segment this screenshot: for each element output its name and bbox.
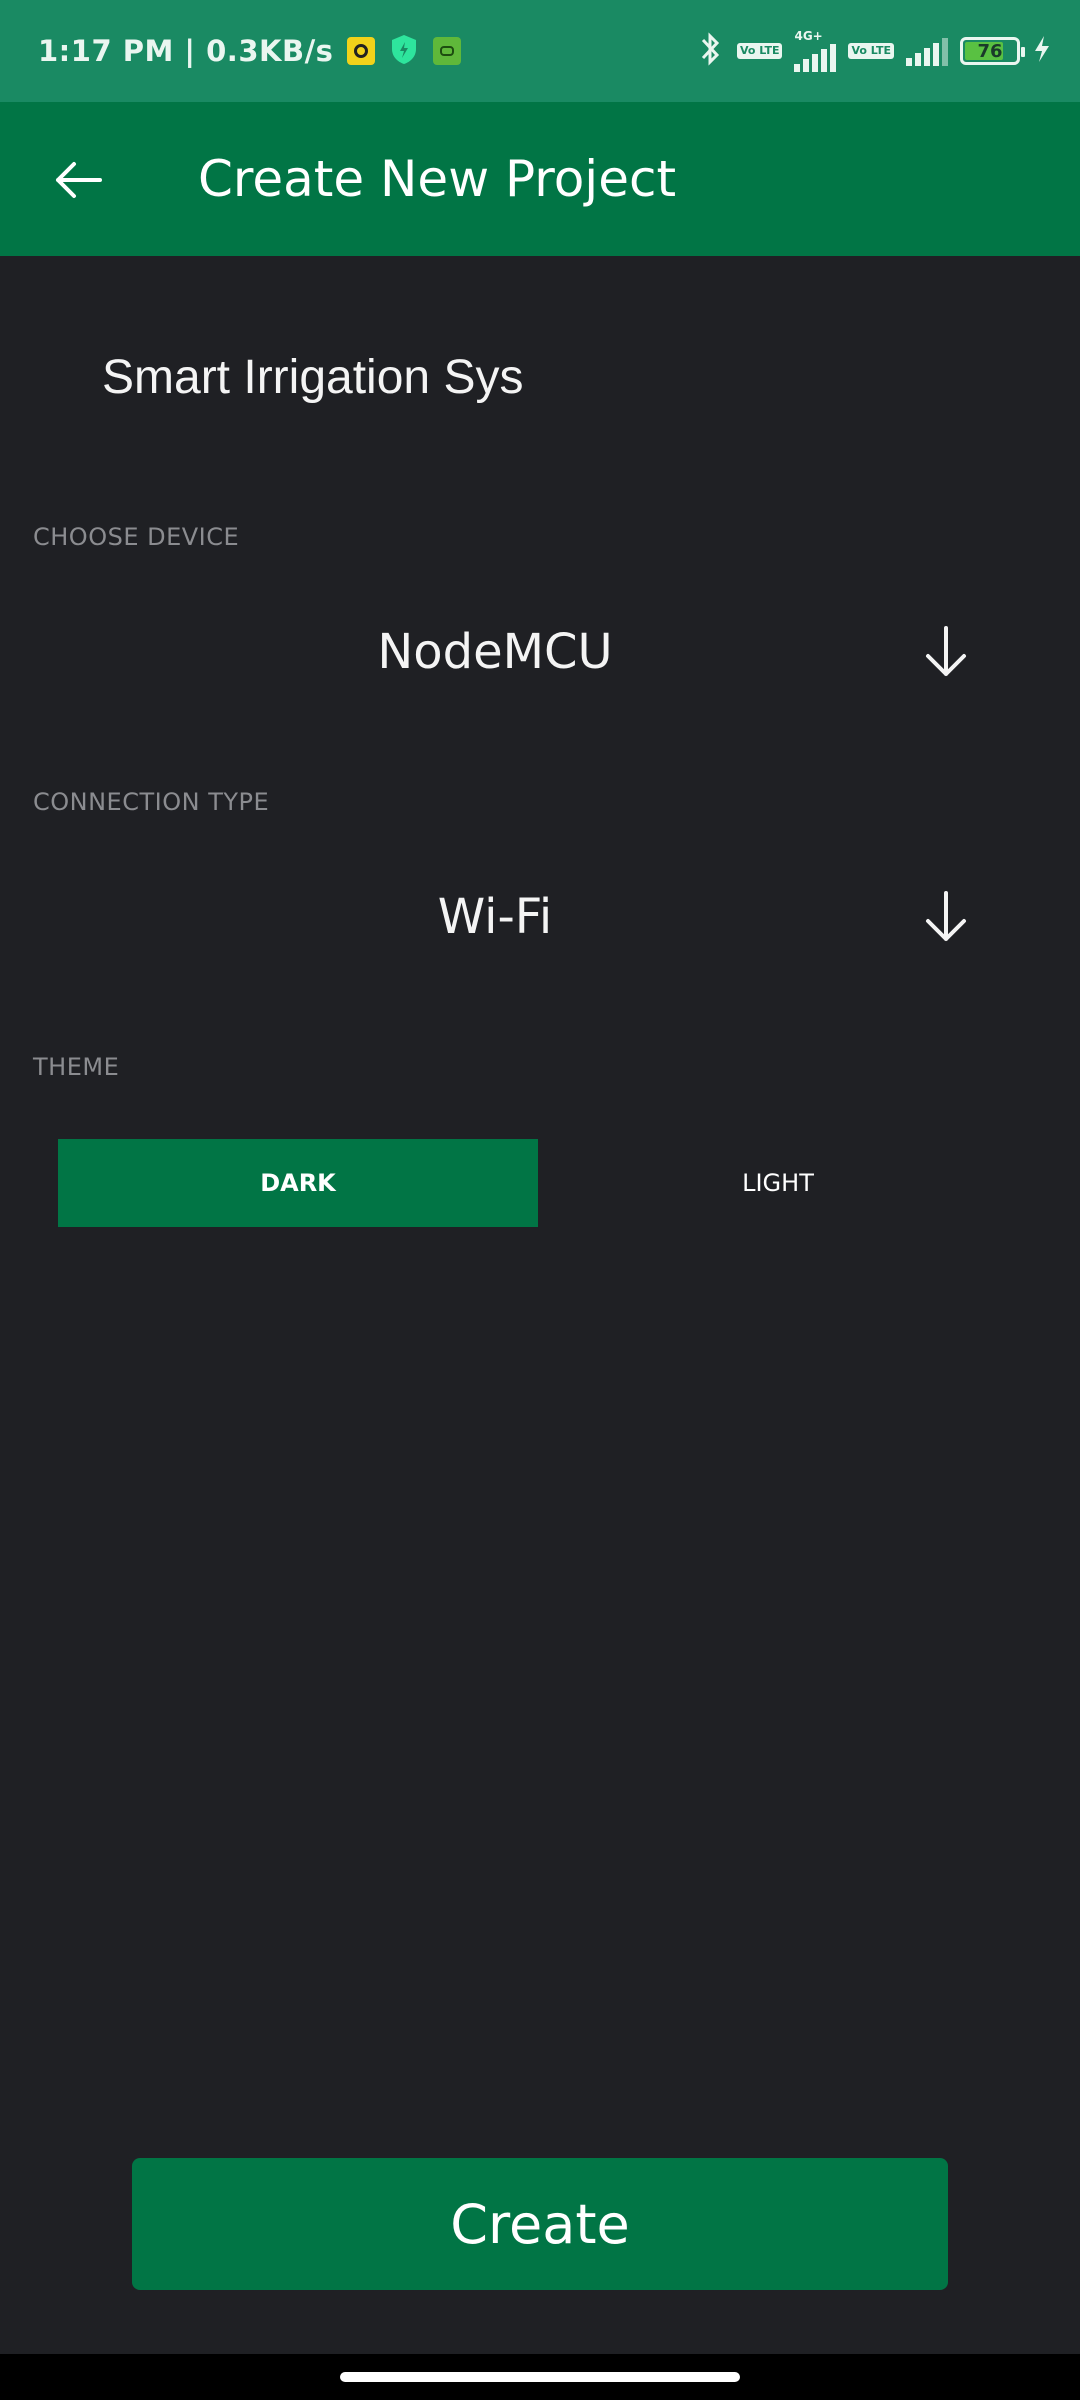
volte-icon: Vo LTE [736,43,783,59]
theme-light-option[interactable]: LIGHT [538,1139,1018,1227]
create-button[interactable]: Create [132,2158,948,2290]
project-name-input[interactable] [102,350,902,405]
arrow-left-icon[interactable] [50,152,106,208]
status-time-speed: 1:17 PM | 0.3KB/s [38,34,334,68]
connection-dropdown[interactable]: Wi-Fi [0,857,1080,977]
home-indicator[interactable] [340,2372,740,2382]
page-title: Create New Project [198,150,677,208]
status-bar-left: 1:17 PM | 0.3KB/s [38,0,462,102]
shield-icon [389,33,419,69]
theme-label: THEME [33,1053,120,1081]
arrow-down-icon [918,622,974,682]
notification-app-icon [347,37,376,65]
connection-dropdown-value: Wi-Fi [437,889,553,945]
battery-percent: 76 [977,40,1003,62]
device-dropdown-value: NodeMCU [377,624,613,680]
signal-icon-2 [906,36,948,66]
arrow-down-icon [918,887,974,947]
notification-cat-icon [433,37,462,65]
status-bar-right: Vo LTE 4G+ Vo LTE 76 [695,0,1052,102]
device-dropdown[interactable]: NodeMCU [0,592,1080,712]
volte-icon-2: Vo LTE [848,43,894,59]
choose-device-label: CHOOSE DEVICE [33,523,240,551]
battery-icon: 76 [960,37,1025,65]
status-bar: 1:17 PM | 0.3KB/s Vo LTE 4G+ Vo LTE 76 [0,0,1080,102]
theme-dark-option[interactable]: DARK [58,1139,538,1227]
navigation-bar [0,2354,1080,2400]
app-bar: Create New Project [0,102,1080,256]
bluetooth-icon [695,31,725,71]
charging-icon [1032,34,1052,68]
theme-toggle: DARK LIGHT [58,1139,1028,1227]
signal-1-group: 4G+ [794,29,837,72]
connection-type-label: CONNECTION TYPE [33,788,270,816]
signal-icon [794,42,837,72]
network-type: 4G+ [794,29,823,43]
